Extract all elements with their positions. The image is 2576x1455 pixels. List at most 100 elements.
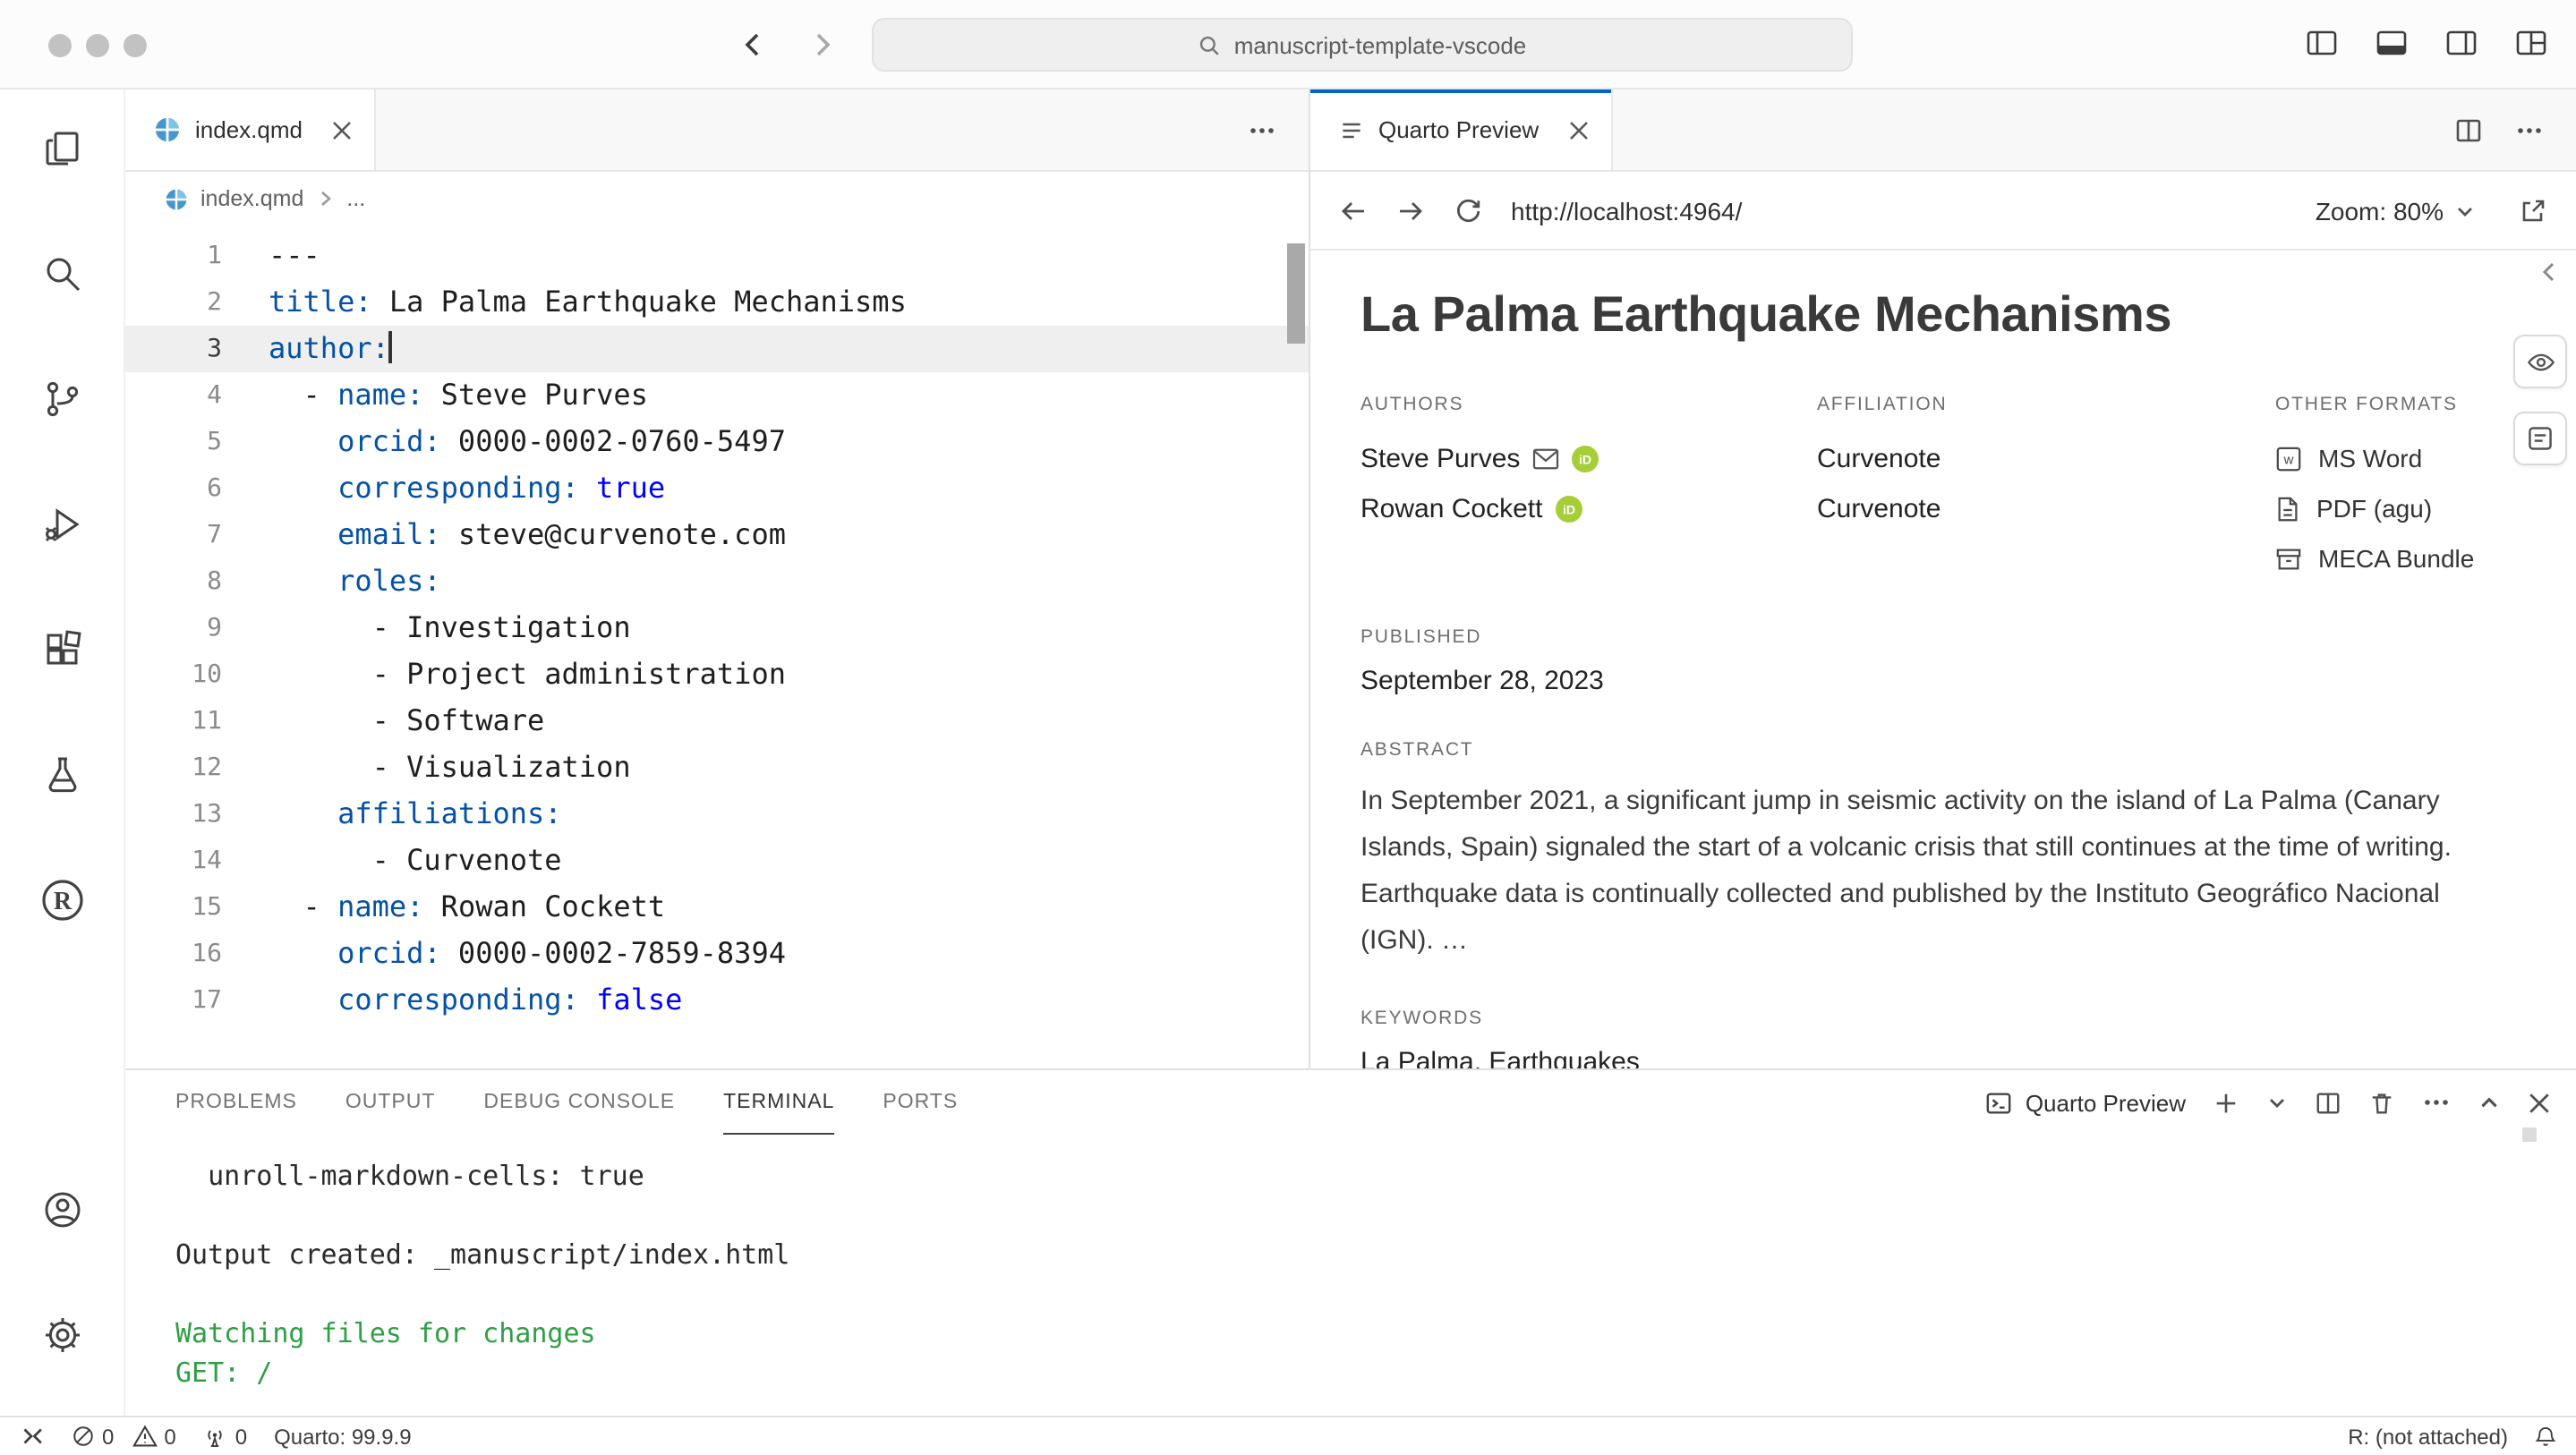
zoom-control[interactable]: Zoom: 80% <box>2316 196 2476 225</box>
breadcrumb: index.qmd ... <box>125 172 1309 225</box>
code-line[interactable]: 13 affiliations: <box>125 791 1309 838</box>
line-content: orcid: 0000-0002-7859-8394 <box>222 931 786 977</box>
code-line[interactable]: 16 orcid: 0000-0002-7859-8394 <box>125 931 1309 977</box>
history-back-icon[interactable] <box>738 29 770 61</box>
kill-terminal-icon[interactable] <box>2368 1089 2395 1116</box>
preview-forward-icon[interactable] <box>1396 196 1425 225</box>
minimize-window-button[interactable] <box>86 34 109 57</box>
testing-icon[interactable] <box>22 736 101 814</box>
email-icon[interactable] <box>1532 447 1559 470</box>
remote-indicator[interactable] <box>18 1423 45 1450</box>
code-line[interactable]: 4 - name: Steve Purves <box>125 372 1309 419</box>
more-actions-icon[interactable] <box>2422 1088 2451 1117</box>
tab-debug-console[interactable]: DEBUG CONSOLE <box>483 1070 675 1135</box>
orcid-icon[interactable]: iD <box>1572 445 1599 472</box>
format-label: PDF (agu) <box>2316 494 2432 523</box>
extensions-icon[interactable] <box>22 610 101 689</box>
tab-index-qmd[interactable]: index.qmd <box>125 89 376 170</box>
breadcrumb-file[interactable]: index.qmd <box>200 186 303 211</box>
open-external-icon[interactable] <box>2519 196 2547 225</box>
terminal-instance-button[interactable]: Quarto Preview <box>1986 1089 2186 1116</box>
explorer-icon[interactable] <box>22 109 101 188</box>
search-icon <box>1198 33 1222 56</box>
code-line[interactable]: 2title: La Palma Earthquake Mechanisms <box>125 279 1309 326</box>
problems-indicator[interactable]: 0 0 <box>72 1424 176 1449</box>
toggle-secondary-sidebar-icon[interactable] <box>2445 27 2478 59</box>
code-line[interactable]: 8 roles: <box>125 558 1309 605</box>
notifications-bell-icon[interactable] <box>2533 1424 2558 1449</box>
search-view-icon[interactable] <box>22 234 101 313</box>
code-line[interactable]: 5 orcid: 0000-0002-0760-5497 <box>125 419 1309 465</box>
ports-indicator[interactable]: 0 <box>203 1424 247 1449</box>
settings-gear-icon[interactable] <box>22 1296 101 1374</box>
split-terminal-icon[interactable] <box>2315 1089 2341 1116</box>
new-terminal-icon[interactable] <box>2213 1089 2239 1116</box>
code-line[interactable]: 10 - Project administration <box>125 651 1309 698</box>
error-icon <box>72 1425 95 1448</box>
quarto-version[interactable]: Quarto: 99.9.9 <box>274 1424 411 1449</box>
code-line[interactable]: 14 - Curvenote <box>125 838 1309 884</box>
more-actions-icon[interactable] <box>1248 115 1276 144</box>
close-tab-icon[interactable] <box>1567 119 1589 140</box>
breadcrumb-more[interactable]: ... <box>346 186 365 211</box>
command-center-search[interactable]: manuscript-template-vscode <box>872 18 1853 72</box>
line-number: 1 <box>125 233 222 279</box>
authors-column: AUTHORS Steve PurvesiDRowan CockettiD <box>1361 394 1817 583</box>
orcid-icon[interactable]: iD <box>1555 495 1582 522</box>
keywords-label: KEYWORDS <box>1361 1008 2515 1029</box>
preview-reload-icon[interactable] <box>1454 196 1482 225</box>
format-link[interactable]: MECA Bundle <box>2275 533 2515 583</box>
format-link[interactable]: PDF (agu) <box>2275 483 2515 533</box>
toggle-primary-sidebar-icon[interactable] <box>2306 27 2338 59</box>
code-line[interactable]: 6 corresponding: true <box>125 465 1309 512</box>
word-format-icon: w <box>2275 445 2302 472</box>
terminal-scrollbar-thumb[interactable] <box>2522 1127 2537 1142</box>
code-line[interactable]: 11 - Software <box>125 698 1309 745</box>
tab-label: Quarto Preview <box>1378 116 1539 143</box>
code-line[interactable]: 1--- <box>125 233 1309 279</box>
toggle-visibility-button[interactable] <box>2513 335 2567 388</box>
code-line[interactable]: 3author: <box>125 326 1309 372</box>
close-window-button[interactable] <box>48 34 72 57</box>
format-link[interactable]: wMS Word <box>2275 433 2515 483</box>
run-debug-icon[interactable] <box>22 485 101 564</box>
code-editor[interactable]: 1---2title: La Palma Earthquake Mechanis… <box>125 225 1309 1068</box>
tab-ports[interactable]: PORTS <box>883 1070 958 1135</box>
command-center-label: manuscript-template-vscode <box>1234 31 1527 58</box>
preview-back-icon[interactable] <box>1339 196 1368 225</box>
code-line[interactable]: 9 - Investigation <box>125 605 1309 651</box>
line-number: 17 <box>125 977 222 1024</box>
r-status[interactable]: R: (not attached) <box>2348 1424 2508 1449</box>
source-control-icon[interactable] <box>22 360 101 438</box>
terminal-output[interactable]: unroll-markdown-cells: true Output creat… <box>175 1156 2540 1392</box>
editor-scrollbar-thumb[interactable] <box>1287 243 1305 344</box>
tab-terminal[interactable]: TERMINAL <box>723 1070 834 1135</box>
code-line[interactable]: 7 email: steve@curvenote.com <box>125 512 1309 558</box>
code-line[interactable]: 15 - name: Rowan Cockett <box>125 884 1309 931</box>
split-editor-icon[interactable] <box>2454 115 2483 144</box>
accounts-icon[interactable] <box>22 1170 101 1249</box>
maximize-panel-icon[interactable] <box>2478 1091 2501 1114</box>
code-line[interactable]: 17 corresponding: false <box>125 977 1309 1024</box>
tab-output[interactable]: OUTPUT <box>345 1070 436 1135</box>
tab-quarto-preview[interactable]: Quarto Preview <box>1310 89 1612 170</box>
line-number: 13 <box>125 791 222 838</box>
terminal-dropdown-icon[interactable] <box>2266 1092 2288 1113</box>
code-line[interactable]: 12 - Visualization <box>125 745 1309 791</box>
line-content: - Project administration <box>222 651 786 698</box>
customize-layout-icon[interactable] <box>2515 27 2547 59</box>
close-panel-icon[interactable] <box>2528 1091 2551 1114</box>
window-controls <box>48 34 147 57</box>
more-actions-icon[interactable] <box>2515 115 2544 144</box>
editor-group: index.qmd index.qmd ... 1---2title: L <box>125 89 1309 1068</box>
history-forward-icon[interactable] <box>806 29 838 61</box>
chevron-left-icon[interactable] <box>2537 260 2562 285</box>
maximize-window-button[interactable] <box>124 34 147 57</box>
notes-button[interactable] <box>2513 412 2567 465</box>
preview-url[interactable]: http://localhost:4964/ <box>1511 196 1742 225</box>
r-extension-icon[interactable]: R <box>22 861 101 940</box>
toggle-panel-icon[interactable] <box>2376 27 2408 59</box>
close-tab-icon[interactable] <box>331 119 353 140</box>
tab-problems[interactable]: PROBLEMS <box>175 1070 297 1135</box>
svg-text:iD: iD <box>1579 452 1591 466</box>
